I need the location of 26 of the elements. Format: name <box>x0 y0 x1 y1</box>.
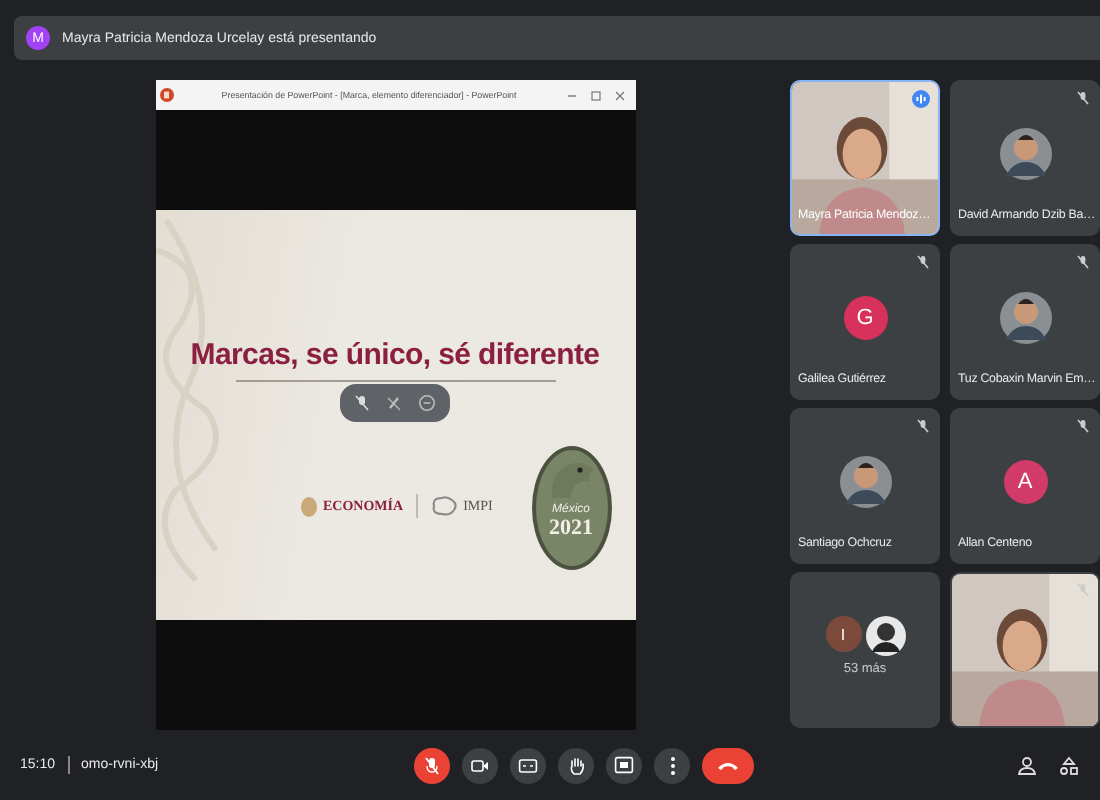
present-button[interactable] <box>606 747 642 783</box>
people-icon[interactable] <box>1016 755 1038 775</box>
camera-button[interactable] <box>462 747 498 783</box>
captions-button[interactable] <box>510 747 546 783</box>
more-options-button[interactable] <box>654 747 690 783</box>
participant-avatar: A <box>1003 460 1047 504</box>
close-icon[interactable] <box>613 89 625 101</box>
hang-up-icon <box>716 759 740 771</box>
slide-title: Marcas, se único, sé diferente <box>190 338 600 372</box>
camera-icon <box>470 757 490 773</box>
captions-icon <box>518 757 538 773</box>
mic-off-icon[interactable] <box>354 394 370 412</box>
participant-avatar: G <box>843 296 887 340</box>
microphone-button[interactable] <box>414 747 450 783</box>
maximize-icon[interactable] <box>589 89 601 101</box>
more-icon <box>669 755 675 775</box>
raise-hand-button[interactable] <box>558 747 594 783</box>
hand-icon <box>567 755 585 775</box>
leave-call-button[interactable] <box>702 747 754 783</box>
participant-avatar: I <box>825 616 861 652</box>
activities-icon[interactable] <box>1058 755 1080 775</box>
stop-icon[interactable] <box>418 394 436 412</box>
present-screen-icon <box>614 756 634 774</box>
emblem-icon <box>299 495 317 517</box>
microphone-icon <box>424 755 440 775</box>
seal-year: 2021 <box>549 516 593 540</box>
